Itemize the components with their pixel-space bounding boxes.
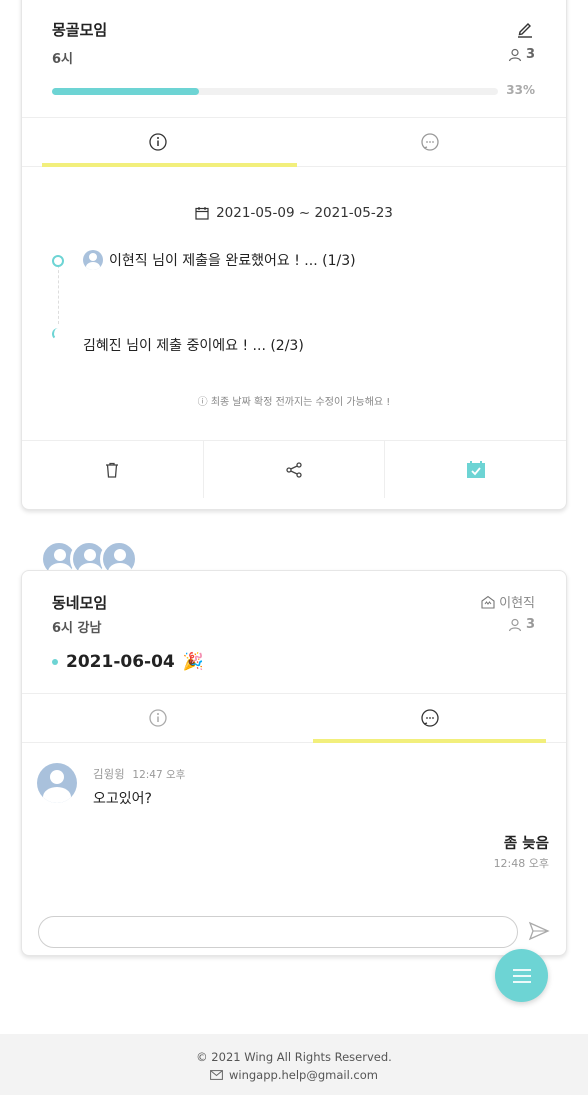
send-button[interactable] <box>528 920 550 946</box>
party-icon: 🎉 <box>182 652 204 672</box>
info-icon <box>149 709 167 727</box>
timeline-item: 김혜진 님이 제출 중이에요 ! ... (2/3) <box>83 338 304 354</box>
info-icon <box>149 133 167 151</box>
share-icon <box>286 461 302 478</box>
chat-message-time: 12:48 오후 <box>493 857 549 870</box>
share-button[interactable] <box>202 441 385 498</box>
delete-button[interactable] <box>22 441 203 498</box>
send-icon <box>528 921 550 941</box>
tab-chat[interactable] <box>294 694 566 743</box>
chat-message-text: 오고있어? <box>93 791 152 807</box>
card1-actions <box>22 440 566 498</box>
timeline-done-icon <box>52 255 64 267</box>
timeline-connector <box>58 260 59 324</box>
owner-label: 이현직 <box>481 592 535 611</box>
meeting-time: 6시 <box>52 52 74 67</box>
meeting-title: 몽골모임 <box>52 21 108 39</box>
crown-home-icon <box>481 595 495 609</box>
avatar <box>83 250 103 270</box>
trash-icon <box>106 462 119 478</box>
card1-tabs <box>22 117 566 167</box>
meeting-title: 동네모임 <box>52 594 108 612</box>
person-icon <box>508 48 522 61</box>
meeting-card-neighborhood: 동네모임 이현직 6시 강남 3 2021-06-04 🎉 김윙윙 12:47 … <box>21 570 567 956</box>
person-icon <box>508 618 522 631</box>
meeting-time-place: 6시 강남 <box>52 621 102 636</box>
calendar-icon <box>195 207 209 220</box>
chat-message-meta: 김윙윙 12:47 오후 <box>93 767 186 781</box>
contact-email[interactable]: wingapp.help@gmail.com <box>210 1066 378 1084</box>
menu-fab[interactable] <box>495 949 548 1002</box>
progress-fill <box>52 88 200 95</box>
edit-icon[interactable] <box>515 18 535 38</box>
avatar <box>37 763 77 803</box>
menu-icon <box>512 968 531 983</box>
member-count: 3 <box>508 47 535 62</box>
active-tab-indicator <box>313 739 546 743</box>
card2-tabs <box>22 693 566 743</box>
mail-icon <box>210 1070 223 1080</box>
copyright: © 2021 Wing All Rights Reserved. <box>196 1050 392 1064</box>
chat-message-text: 좀 늦음 <box>503 836 549 852</box>
meeting-card-mongol: 몽골모임 6시 3 33% 2021-05-09 ~ 2021-05-23 이현… <box>21 0 567 510</box>
tab-chat[interactable] <box>294 118 566 166</box>
chat-input[interactable] <box>38 916 518 948</box>
progress-bar <box>52 88 498 95</box>
edit-notice: ⓘ 최종 날짜 확정 전까지는 수정이 가능해요 ! <box>197 397 391 408</box>
tab-info[interactable] <box>22 118 297 167</box>
active-tab-indicator <box>42 163 297 167</box>
member-count: 3 <box>508 617 535 632</box>
bullet <box>52 659 58 665</box>
timeline-item: 이현직 님이 제출을 완료했어요 ! ... (1/3) <box>83 250 356 270</box>
chat-icon <box>421 709 439 727</box>
footer: © 2021 Wing All Rights Reserved. wingapp… <box>0 1034 588 1095</box>
progress-label: 33% <box>506 83 535 97</box>
timeline-loading-icon <box>52 328 64 340</box>
chat-icon <box>421 133 439 151</box>
date-range: 2021-05-09 ~ 2021-05-23 <box>22 205 566 221</box>
tab-info[interactable] <box>22 694 294 742</box>
confirm-date-button[interactable] <box>384 441 566 498</box>
calendar-check-icon <box>466 460 485 478</box>
confirmed-date: 2021-06-04 🎉 <box>52 652 204 672</box>
